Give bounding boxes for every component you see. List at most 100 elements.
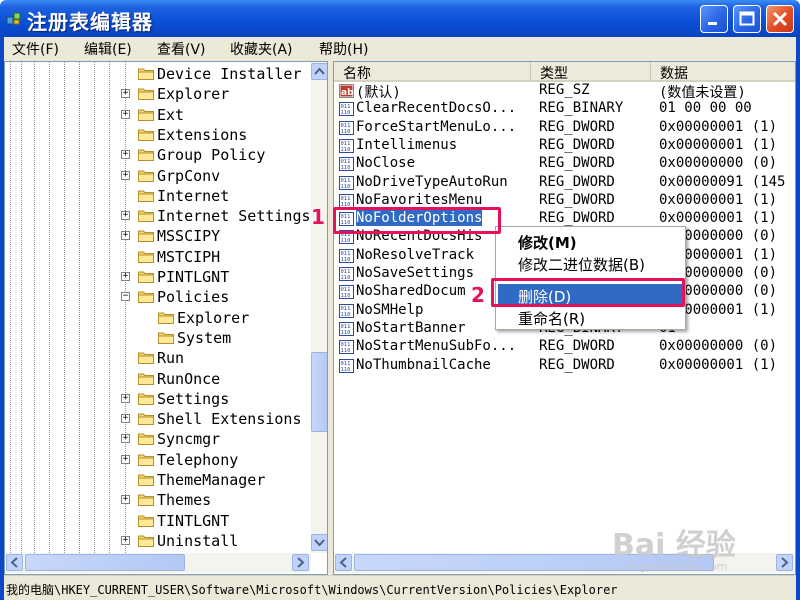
value-name: Intellimenus <box>356 136 458 153</box>
menu-help[interactable]: 帮助(H) <box>319 39 368 59</box>
expand-icon[interactable]: + <box>121 231 130 241</box>
tree-item[interactable]: + GrpConv <box>5 166 311 186</box>
value-row[interactable]: 011 110 ClearRecentDocsO... REG_BINARY 01 00… <box>334 100 795 118</box>
menu-bar: 文件(F) 编辑(E) 查看(V) 收藏夹(A) 帮助(H) <box>0 37 800 61</box>
tree-item[interactable]: + Group Policy <box>5 145 311 165</box>
tree-item[interactable]: + Telephony <box>5 450 311 470</box>
tree-item[interactable]: + Themes <box>5 490 311 510</box>
value-row[interactable]: 011 110 NoDriveTypeAutoRun REG_DWORD 0x00000… <box>334 173 795 192</box>
tree-item[interactable]: + Syncmgr <box>5 429 311 449</box>
value-row[interactable]: 011 110 NoThumbnailCache REG_DWORD 0x0000000… <box>334 357 795 375</box>
tree-horizontal-scrollbar[interactable] <box>5 553 311 573</box>
column-header-type[interactable]: 类型 <box>531 62 651 82</box>
tree-item[interactable]: + Explorer <box>5 84 311 104</box>
tree-item[interactable]: Run <box>5 348 311 368</box>
binary-value-icon: 011110 <box>339 138 354 153</box>
tree-item[interactable]: RunOnce <box>5 369 311 389</box>
context-rename[interactable]: 重命名(R) <box>498 306 683 328</box>
status-path: 我的电脑\HKEY_CURRENT_USER\Software\Microsof… <box>6 583 618 597</box>
tree-item[interactable]: Internet <box>5 186 311 206</box>
watermark-logo: Bai 经验 <box>612 528 736 563</box>
expand-icon[interactable]: + <box>121 434 130 444</box>
value-row[interactable]: 011 110 Intellimenus REG_DWORD 0x00000001 (1… <box>334 136 795 155</box>
maximize-button[interactable] <box>733 5 761 33</box>
value-row[interactable]: 011 110 NoClose REG_DWORD 0x00000000 (0) <box>334 155 795 173</box>
tree-item-label: Run <box>157 349 185 368</box>
expand-icon[interactable]: + <box>121 170 130 180</box>
scroll-down-button[interactable] <box>311 534 327 551</box>
menu-edit[interactable]: 编辑(E) <box>84 39 132 59</box>
tree-item-label: Ext <box>157 105 185 124</box>
expand-icon[interactable]: + <box>121 211 130 221</box>
value-type: REG_DWORD <box>539 210 615 227</box>
expand-icon[interactable]: + <box>121 535 130 545</box>
value-name: NoDriveTypeAutoRun <box>356 173 508 190</box>
svg-text:110: 110 <box>341 238 351 244</box>
folder-icon <box>138 433 154 446</box>
value-type: REG_DWORD <box>539 338 615 355</box>
column-header-data[interactable]: 数据 <box>651 62 795 82</box>
tree-item[interactable]: + Uninstall <box>5 531 311 551</box>
expand-icon[interactable]: + <box>121 109 130 119</box>
expand-icon[interactable]: + <box>121 272 130 281</box>
minimize-button[interactable] <box>700 5 728 33</box>
tree-item[interactable]: + Internet Settings <box>5 206 311 226</box>
svg-text:110: 110 <box>341 293 351 299</box>
list-scroll-right-button[interactable] <box>776 554 793 571</box>
scroll-up-button[interactable] <box>311 63 327 80</box>
context-modify-binary[interactable]: 修改二进位数据(B) <box>498 252 683 274</box>
tree-item[interactable]: TINTLGNT <box>5 511 311 531</box>
scroll-left-button[interactable] <box>6 554 23 571</box>
svg-text:110: 110 <box>341 330 351 336</box>
scroll-right-button[interactable] <box>292 554 309 571</box>
expand-icon[interactable]: + <box>121 150 130 160</box>
tree-scroll-thumb[interactable] <box>311 352 327 432</box>
menu-view[interactable]: 查看(V) <box>157 39 206 59</box>
tree-item[interactable]: System <box>5 328 311 348</box>
value-row[interactable]: ab (默认) REG_SZ (数值未设置) <box>334 82 795 101</box>
folder-icon <box>138 291 154 304</box>
tree-item-label: PINTLGNT <box>157 268 230 286</box>
menu-file[interactable]: 文件(F) <box>12 39 59 59</box>
tree-item-label: Explorer <box>177 308 250 327</box>
tree-item[interactable]: ThemeManager <box>5 470 311 490</box>
tree-item-label: Explorer <box>157 85 230 104</box>
expand-icon[interactable]: + <box>121 393 130 403</box>
close-button[interactable] <box>766 5 794 33</box>
tree-item-label: System <box>177 328 232 347</box>
tree-item[interactable]: + Shell Extensions <box>5 409 311 429</box>
expand-icon[interactable]: + <box>121 89 130 99</box>
tree-item-label: Device Installer <box>157 65 302 83</box>
tree-item[interactable]: + Settings <box>5 389 311 409</box>
key-tree-pane[interactable]: Device Installer + Explorer + Ext Extensions +… <box>4 61 328 575</box>
tree-item[interactable]: Device Installer <box>5 64 311 84</box>
column-header-name[interactable]: 名称 <box>334 62 531 82</box>
collapse-icon[interactable]: − <box>121 292 130 302</box>
tree-item[interactable]: + Ext <box>5 105 311 125</box>
tree-item[interactable]: + MSSCIPY <box>5 226 311 246</box>
binary-value-icon: 011110 <box>339 340 354 355</box>
value-data: 0x00000001 (1) <box>659 118 778 135</box>
expand-icon[interactable]: + <box>121 495 130 505</box>
tree-vertical-scrollbar[interactable] <box>311 62 327 553</box>
binary-value-icon: 011110 <box>339 248 354 263</box>
tree-item[interactable]: Extensions <box>5 125 311 145</box>
svg-text:110: 110 <box>341 367 351 373</box>
tree-item[interactable]: Explorer <box>5 308 311 328</box>
tree-hscroll-thumb[interactable] <box>25 554 185 571</box>
expand-icon[interactable]: + <box>121 454 130 464</box>
tree-item[interactable]: − Policies <box>5 287 311 307</box>
tree-item[interactable]: + PINTLGNT <box>5 267 311 287</box>
context-modify[interactable]: 修改(M) <box>498 230 683 252</box>
value-row[interactable]: 011 110 NoStartMenuSubFo... REG_DWORD 0x0000… <box>334 338 795 356</box>
expand-icon[interactable]: + <box>121 414 130 424</box>
value-name: (默认) <box>356 85 401 101</box>
list-scroll-left-button[interactable] <box>335 554 352 571</box>
arrow-left-icon <box>10 557 18 568</box>
menu-favorites[interactable]: 收藏夹(A) <box>230 39 293 59</box>
title-bar[interactable]: 注册表编辑器 <box>0 0 800 37</box>
value-type: REG_DWORD <box>539 191 615 208</box>
tree-item[interactable]: MSTCIPH <box>5 247 311 267</box>
string-value-icon: ab <box>339 84 354 98</box>
value-row[interactable]: 011 110 ForceStartMenuLo... REG_DWORD 0x0000… <box>334 118 795 137</box>
